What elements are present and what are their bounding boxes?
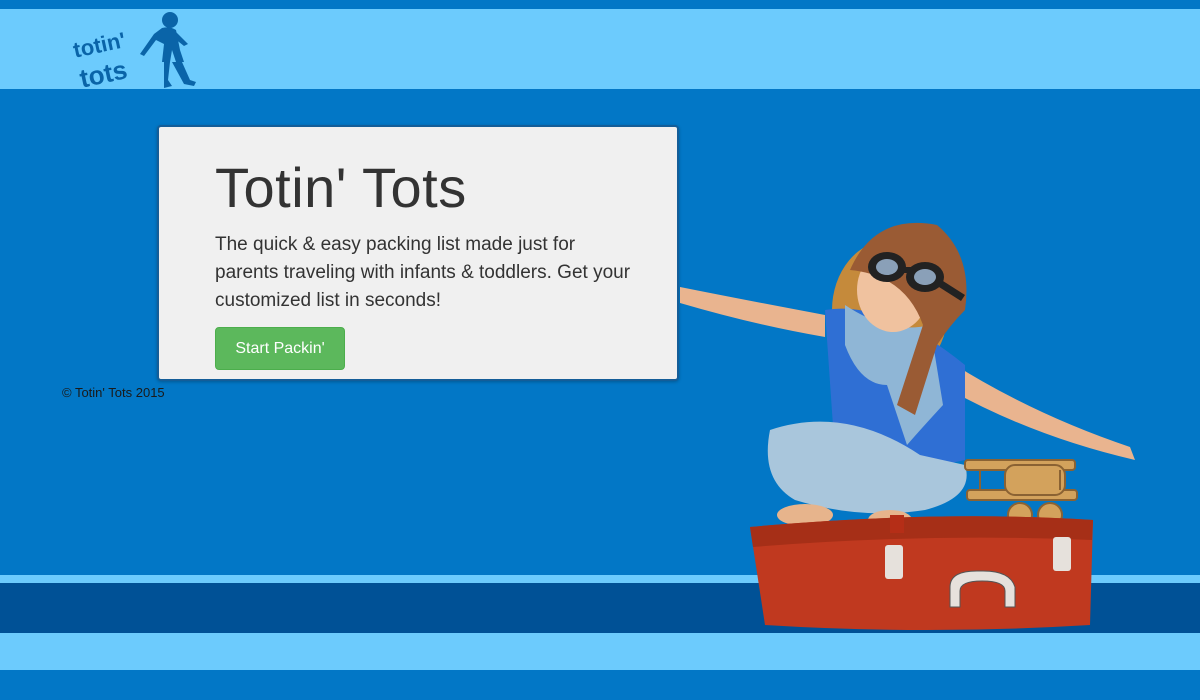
walking-child-silhouette-icon: totin' tots bbox=[72, 12, 196, 92]
hero-card: Totin' Tots The quick & easy packing lis… bbox=[157, 125, 679, 381]
top-band bbox=[0, 0, 1200, 9]
brand-logo[interactable]: totin' tots bbox=[72, 10, 202, 92]
footer-stripe-light-bottom bbox=[0, 633, 1200, 670]
hero-description: The quick & easy packing list made just … bbox=[215, 234, 631, 311]
start-packin-button[interactable]: Start Packin' bbox=[215, 327, 345, 370]
footer-stripe-dark-bottom bbox=[0, 670, 1200, 700]
child-pilot-on-suitcase-photo bbox=[675, 215, 1145, 635]
copyright-text: © Totin' Tots 2015 bbox=[62, 385, 165, 400]
hero-title: Totin' Tots bbox=[215, 156, 467, 219]
